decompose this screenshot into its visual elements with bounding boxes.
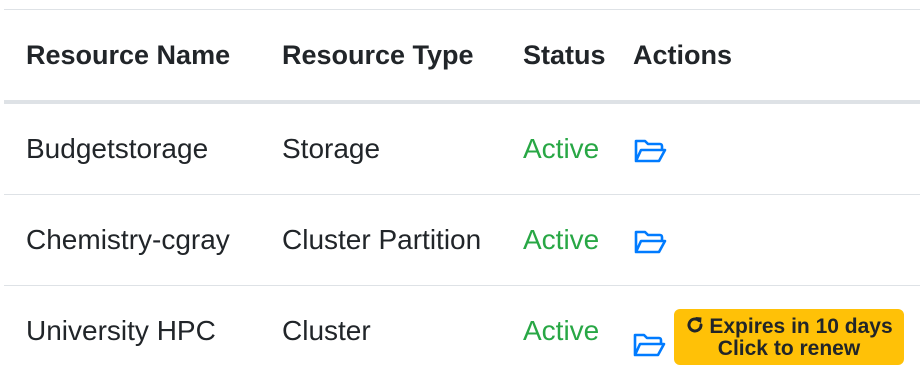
- actions-cell: [611, 194, 920, 286]
- resource-type-cell: Storage: [260, 102, 501, 195]
- table-row: Chemistry-cgray Cluster Partition Active: [4, 194, 920, 286]
- table-row: Budgetstorage Storage Active: [4, 102, 920, 195]
- renew-line-1: Expires in 10 days: [674, 315, 904, 338]
- header-actions: Actions: [611, 10, 920, 104]
- folder-open-icon[interactable]: [633, 228, 667, 256]
- renew-action-text: Click to renew: [717, 337, 861, 360]
- renew-button[interactable]: Expires in 10 days Click to renew: [674, 309, 904, 365]
- header-resource-name: Resource Name: [4, 10, 260, 104]
- resource-type-cell: Cluster Partition: [260, 194, 501, 286]
- status-badge: Active: [501, 102, 611, 195]
- status-badge: Active: [501, 194, 611, 286]
- resource-type-cell: Cluster: [282, 315, 371, 346]
- folder-open-icon[interactable]: [633, 137, 667, 165]
- header-resource-type: Resource Type: [260, 10, 501, 104]
- resource-name-cell: Chemistry-cgray: [4, 194, 260, 286]
- actions-cell: [611, 102, 920, 195]
- resource-name-cell: Budgetstorage: [4, 102, 260, 195]
- header-status: Status: [501, 10, 611, 104]
- folder-open-icon[interactable]: [632, 331, 666, 359]
- renew-expiry-text: Expires in 10 days: [709, 315, 893, 338]
- refresh-icon: [685, 315, 705, 335]
- status-badge: Active: [523, 315, 600, 346]
- resource-name-cell: University HPC: [26, 315, 216, 346]
- table-header-row: Resource Name Resource Type Status Actio…: [4, 10, 920, 104]
